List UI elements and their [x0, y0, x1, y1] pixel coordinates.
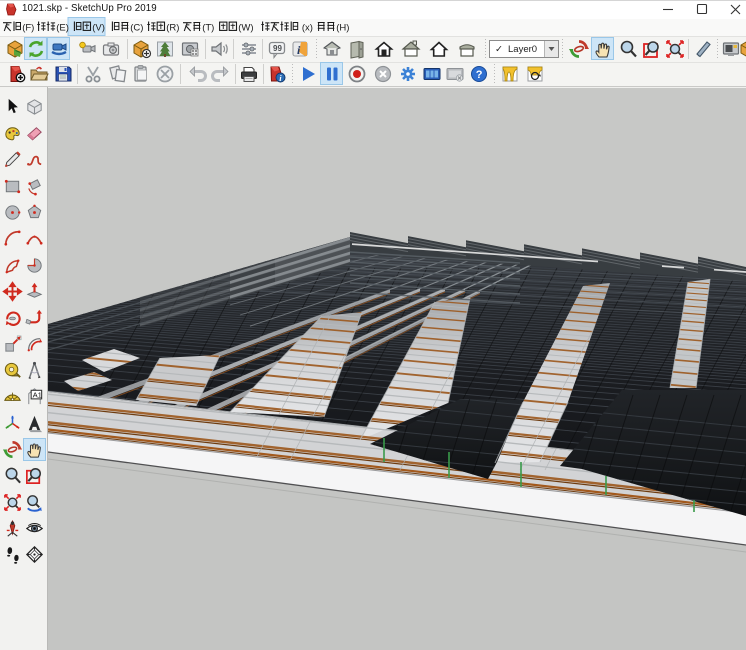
svg-text:(T): (T) — [202, 23, 214, 34]
svg-text:(R): (R) — [166, 23, 179, 34]
svg-text:(F): (F) — [22, 23, 34, 34]
svg-text:(E): (E) — [56, 23, 69, 34]
svg-text:99: 99 — [273, 44, 282, 53]
svg-text:?: ? — [476, 69, 483, 81]
svg-text:(C): (C) — [130, 23, 143, 34]
svg-text:A1: A1 — [33, 390, 42, 399]
svg-text:(x): (x) — [302, 23, 313, 34]
svg-text:(W): (W) — [238, 23, 253, 34]
svg-text:(V): (V) — [92, 23, 105, 34]
svg-text:(H): (H) — [336, 23, 349, 34]
